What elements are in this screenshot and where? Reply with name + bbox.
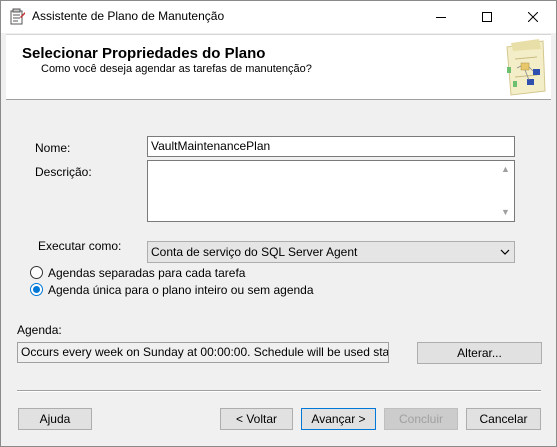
name-input[interactable]: VaultMaintenancePlan (147, 136, 515, 157)
wizard-header: Selecionar Propriedades do Plano Como vo… (6, 34, 551, 100)
close-icon (528, 12, 538, 22)
wizard-graphic-icon (506, 39, 546, 96)
run-as-select[interactable]: Conta de serviço do SQL Server Agent (147, 241, 515, 263)
page-title: Selecionar Propriedades do Plano (22, 45, 266, 62)
next-button[interactable]: Avançar > (301, 408, 376, 430)
maximize-icon (482, 12, 492, 22)
description-scrollbar[interactable]: ▲ ▼ (497, 161, 514, 221)
radio-single-schedule[interactable] (30, 283, 43, 296)
radio-separate-label[interactable]: Agendas separadas para cada tarefa (48, 266, 245, 280)
scroll-up-icon[interactable]: ▲ (501, 161, 510, 178)
description-input[interactable]: ▲ ▼ (147, 160, 515, 222)
change-schedule-button[interactable]: Alterar... (417, 342, 542, 364)
back-button[interactable]: < Voltar (220, 408, 293, 430)
description-label: Descrição: (35, 165, 92, 179)
cancel-button[interactable]: Cancelar (466, 408, 541, 430)
name-label: Nome: (35, 141, 71, 155)
wizard-window: Assistente de Plano de Manutenção Seleci… (0, 0, 557, 447)
minimize-icon (436, 17, 446, 18)
schedule-label: Agenda: (17, 323, 62, 337)
maximize-button[interactable] (464, 1, 510, 33)
chevron-down-icon (500, 249, 510, 255)
run-as-value: Conta de serviço do SQL Server Agent (151, 245, 358, 259)
run-as-label: Executar como: (38, 239, 122, 253)
title-bar[interactable]: Assistente de Plano de Manutenção (1, 1, 556, 33)
close-button[interactable] (510, 1, 556, 33)
footer-separator (17, 390, 541, 392)
wizard-app-icon (10, 8, 25, 25)
help-button[interactable]: Ajuda (18, 408, 92, 430)
finish-button[interactable]: Concluir (384, 408, 458, 430)
radio-separate-schedules[interactable] (30, 266, 43, 279)
minimize-button[interactable] (418, 1, 464, 33)
scroll-down-icon[interactable]: ▼ (501, 204, 510, 221)
radio-single-label[interactable]: Agenda única para o plano inteiro ou sem… (48, 283, 314, 297)
page-subtitle: Como você deseja agendar as tarefas de m… (41, 63, 312, 75)
schedule-description: Occurs every week on Sunday at 00:00:00.… (17, 342, 389, 363)
window-title: Assistente de Plano de Manutenção (32, 9, 225, 23)
